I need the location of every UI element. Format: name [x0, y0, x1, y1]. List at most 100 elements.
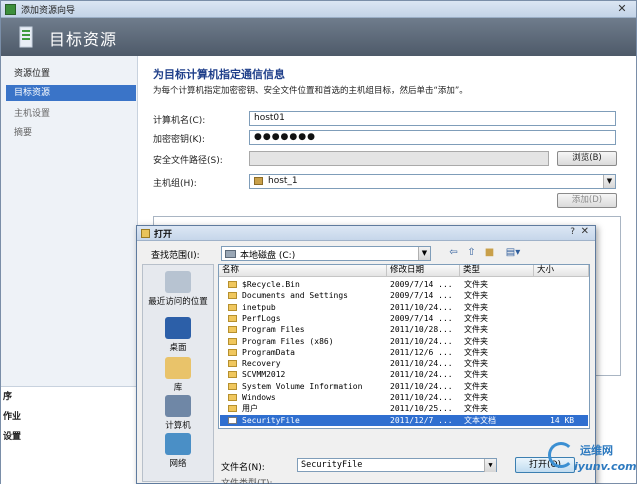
file-name-cell: SCVMM2012: [242, 370, 286, 380]
watermark-logo: 运维网 iyunv.com: [544, 438, 637, 482]
table-row[interactable]: 用户 2011/10/25... 文件夹: [220, 403, 588, 414]
nav-item-host-settings[interactable]: 主机设置: [6, 106, 136, 122]
file-date-cell: 2009/7/14 ...: [390, 280, 453, 289]
dialog-title: 打开: [154, 230, 173, 240]
file-name-cell: ProgramData: [242, 347, 295, 357]
place-desktop[interactable]: 桌面: [143, 317, 213, 353]
file-date-cell: 2011/12/6 ...: [390, 347, 453, 357]
table-row[interactable]: Program Files 2011/10/28... 文件夹: [220, 324, 588, 335]
left-panel-item: 序: [3, 392, 13, 402]
host-group-icon: [254, 177, 263, 185]
folder-icon: [228, 382, 237, 390]
table-row[interactable]: $Recycle.Bin 2009/7/14 ... 文件夹: [220, 279, 588, 290]
file-list[interactable]: 名称 修改日期 类型 大小 $Recycle.Bin 2009/7/14 ... 文…: [218, 264, 590, 429]
nav-item-summary[interactable]: 摘要: [6, 125, 136, 141]
table-row[interactable]: Windows 2011/10/24... 文件夹: [220, 392, 588, 403]
left-panel-item: 作业: [3, 412, 22, 422]
file-date-cell: 2011/12/7 ...: [390, 415, 453, 425]
help-icon[interactable]: ?: [570, 227, 575, 237]
nav-item-resource-location[interactable]: 资源位置: [6, 66, 136, 82]
file-type-cell: 文件夹: [464, 325, 488, 335]
host-group-value: host_1: [268, 176, 298, 186]
column-header-name[interactable]: 名称: [219, 265, 387, 277]
table-row[interactable]: Documents and Settings 2009/7/14 ... 文件夹: [220, 290, 588, 301]
file-date-cell: 2009/7/14 ...: [390, 313, 453, 323]
file-type-cell: 文件夹: [464, 336, 488, 346]
file-type-cell: 文件夹: [464, 359, 488, 369]
watermark-url: iyunv.com: [574, 460, 637, 473]
place-libraries[interactable]: 库: [143, 357, 213, 393]
file-type-cell: 文件夹: [464, 404, 488, 414]
file-name-input[interactable]: SecurityFile ▼: [297, 458, 497, 472]
chevron-down-icon[interactable]: ▼: [603, 175, 615, 188]
background-left-panel: 序 作业 设置: [1, 386, 138, 484]
table-row[interactable]: SCVMM2012 2011/10/24... 文件夹: [220, 369, 588, 380]
place-recent[interactable]: 最近访问的位置: [143, 271, 213, 307]
wizard-titlebar: 添加资源向导 ✕: [1, 1, 636, 18]
app-icon: [5, 4, 16, 15]
left-panel-item: 设置: [3, 432, 22, 442]
back-icon[interactable]: ⇦: [447, 247, 460, 259]
folder-icon: [228, 394, 237, 401]
browse-button[interactable]: 浏览(B): [557, 151, 617, 166]
computer-name-input[interactable]: host01: [249, 111, 616, 126]
place-network[interactable]: 网络: [143, 433, 213, 469]
close-icon[interactable]: ✕: [614, 2, 630, 15]
text-file-icon: [228, 416, 237, 424]
file-name-label: 文件名(N):: [221, 463, 265, 473]
look-in-select[interactable]: 本地磁盘 (C:) ▼: [221, 246, 431, 261]
computer-icon: [165, 395, 191, 417]
folder-icon: [228, 371, 237, 379]
folder-icon: [228, 314, 237, 322]
table-row[interactable]: SecurityFile 2011/12/7 ... 文本文档 14 KB: [220, 414, 588, 426]
nav-item-target-resource[interactable]: 目标资源: [6, 85, 136, 101]
file-type-cell: 文件夹: [464, 393, 488, 402]
file-type-cell: 文本文档: [464, 415, 496, 425]
folder-icon: [228, 292, 237, 300]
place-label: 计算机: [165, 421, 191, 431]
file-type-label: 文件类型(T):: [221, 479, 273, 484]
up-folder-icon[interactable]: ⇧: [465, 247, 478, 259]
table-row[interactable]: Program Files (x86) 2011/10/24... 文件夹: [220, 336, 588, 347]
chevron-down-icon[interactable]: ▼: [418, 247, 430, 260]
view-menu-icon[interactable]: ▤▾: [503, 247, 523, 259]
table-row[interactable]: PerfLogs 2009/7/14 ... 文件夹: [220, 313, 588, 324]
close-icon[interactable]: ✕: [581, 226, 589, 237]
host-group-select[interactable]: host_1 ▼: [249, 174, 616, 189]
column-header-type[interactable]: 类型: [460, 265, 534, 277]
column-header-size[interactable]: 大小: [534, 265, 589, 277]
place-label: 桌面: [169, 343, 187, 353]
wizard-nav: 资源位置 目标资源 主机设置 摘要: [1, 56, 138, 386]
file-date-cell: 2011/10/28...: [390, 325, 453, 335]
file-name-value: SecurityFile: [301, 460, 363, 470]
host-group-label: 主机组(H):: [153, 179, 197, 189]
new-folder-icon[interactable]: ■: [483, 247, 496, 259]
watermark-icon: [548, 442, 574, 468]
chevron-down-icon[interactable]: ▼: [484, 459, 496, 472]
folder-icon: [228, 326, 237, 334]
table-row[interactable]: System Volume Information 2011/10/24... 文件…: [220, 381, 588, 392]
network-icon: [165, 433, 191, 455]
file-date-cell: 2009/7/14 ...: [390, 291, 453, 301]
folder-icon: [228, 303, 237, 311]
column-header-date[interactable]: 修改日期: [387, 265, 460, 277]
file-name-cell: inetpub: [242, 302, 276, 312]
file-name-cell: Program Files (x86): [242, 336, 334, 346]
table-row[interactable]: inetpub 2011/10/24... 文件夹: [220, 302, 588, 313]
place-computer[interactable]: 计算机: [143, 395, 213, 431]
wizard-title: 添加资源向导: [21, 6, 76, 16]
add-button[interactable]: 添加(D): [557, 193, 617, 208]
file-date-cell: 2011/10/24...: [390, 359, 453, 369]
place-label: 最近访问的位置: [148, 297, 208, 307]
file-date-cell: 2011/10/24...: [390, 302, 453, 312]
table-row[interactable]: Recovery 2011/10/24... 文件夹: [220, 358, 588, 369]
table-row[interactable]: ProgramData 2011/12/6 ... 文件夹: [220, 347, 588, 358]
page-title: 目标资源: [49, 30, 118, 49]
watermark-text: 运维网: [580, 444, 613, 457]
file-name-cell: SecurityFile: [242, 415, 300, 425]
folder-icon: [228, 281, 237, 288]
file-date-cell: 2011/10/25...: [390, 404, 453, 414]
file-name-cell: PerfLogs: [242, 313, 281, 323]
encryption-key-input[interactable]: ●●●●●●●: [249, 130, 616, 145]
security-path-input[interactable]: [249, 151, 549, 166]
